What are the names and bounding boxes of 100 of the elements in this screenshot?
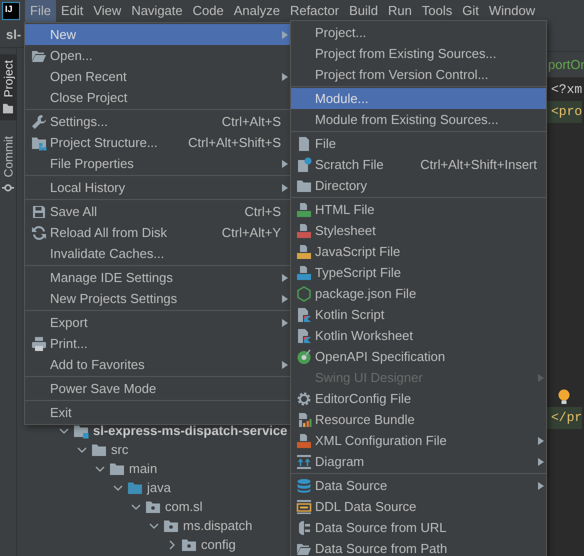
menu-bar-item[interactable]: Analyze <box>228 0 285 22</box>
shortcut-label: Ctrl+Alt+Shift+S <box>188 134 281 152</box>
menu-item[interactable]: Kotlin Worksheet <box>291 325 546 346</box>
file-badge-icon <box>296 202 312 218</box>
menu-item[interactable]: Directory <box>291 175 546 196</box>
code-line: <?xm <box>550 81 582 99</box>
folder-icon <box>109 460 125 476</box>
menu-item[interactable]: Exit <box>25 402 290 423</box>
menu-item[interactable]: Project... <box>291 22 546 43</box>
menu-item[interactable]: DDL Data Source <box>291 496 546 517</box>
tree-item[interactable]: main <box>17 459 162 478</box>
file-icon <box>296 306 312 322</box>
package-icon <box>145 498 161 514</box>
menu-item[interactable]: Project from Version Control... <box>291 64 546 85</box>
save-icon <box>31 204 47 220</box>
side-tab[interactable]: Project <box>0 54 17 120</box>
hexagon-icon <box>296 286 312 302</box>
wrench-icon <box>31 114 47 130</box>
folder-icon <box>73 422 89 438</box>
menu-item[interactable]: Module from Existing Sources... <box>291 109 546 130</box>
shortcut-label: Ctrl+Alt+S <box>222 112 281 131</box>
menu-bar-item[interactable]: View <box>88 0 126 22</box>
menu-item[interactable]: Data Source from URL <box>291 517 546 538</box>
shortcut-label: Ctrl+Alt+Y <box>222 224 281 242</box>
database-icon <box>296 478 312 494</box>
menu-item[interactable]: Open... <box>25 45 290 66</box>
package-icon <box>163 518 179 534</box>
circle-icon <box>296 348 312 364</box>
app-logo[interactable]: IJ <box>2 2 20 20</box>
file-icon <box>296 136 312 152</box>
menu-bar-item[interactable]: File <box>25 0 56 22</box>
menu-item[interactable]: TypeScript File <box>291 262 546 283</box>
file-badge-icon <box>296 432 312 448</box>
menu-bar-item[interactable]: Window <box>484 0 540 22</box>
menu-item[interactable]: HTML File <box>291 199 546 220</box>
menu-item[interactable]: Module... <box>291 88 546 109</box>
folder-icon <box>2 101 14 114</box>
menu-item[interactable]: OpenAPI Specification <box>291 346 546 367</box>
menu-item[interactable]: Stylesheet <box>291 220 546 241</box>
menu-item[interactable]: Reload All from Disk Ctrl+Alt+Y <box>25 222 290 243</box>
menu-bar-item[interactable]: Edit <box>56 0 88 22</box>
menu-item[interactable]: Save All Ctrl+S <box>25 201 290 222</box>
panel-title: sl- <box>6 27 22 42</box>
lightbulb-icon[interactable] <box>558 389 570 405</box>
tree-item[interactable]: java <box>17 478 175 497</box>
menu-item[interactable]: Invalidate Caches... <box>25 243 290 264</box>
shortcut-label: Ctrl+S <box>244 202 281 221</box>
menu-item[interactable]: Add to Favorites <box>25 354 290 375</box>
shortcut-label: Ctrl+Alt+Shift+Insert <box>420 156 537 174</box>
menu-bar-item[interactable]: Build <box>344 0 384 22</box>
menu-item[interactable]: JavaScript File <box>291 241 546 262</box>
menu-item[interactable]: Scratch File Ctrl+Alt+Shift+Insert <box>291 154 546 175</box>
tree-item[interactable]: config <box>17 535 240 554</box>
menu-item[interactable]: Close Project <box>25 87 290 108</box>
menu-item[interactable]: Data Source from Path <box>291 538 546 556</box>
menu-bar-item[interactable]: Code <box>188 0 229 22</box>
package-icon <box>181 536 197 552</box>
folder-grid-icon <box>31 134 47 150</box>
tree-item[interactable]: src <box>17 440 132 459</box>
file-badge-icon <box>296 222 312 238</box>
menu-item[interactable]: EditorConfig File <box>291 388 546 409</box>
menu-item[interactable]: Open Recent <box>25 66 290 87</box>
side-tab[interactable]: Commit <box>0 130 17 201</box>
diagram-icon <box>296 454 312 470</box>
menu-item[interactable]: New Projects Settings <box>25 288 290 309</box>
menu-item[interactable]: Settings... Ctrl+Alt+S <box>25 111 290 132</box>
menu-item[interactable]: Project from Existing Sources... <box>291 43 546 64</box>
menu-bar-item[interactable]: Navigate <box>126 0 188 22</box>
folder-icon <box>127 480 143 496</box>
menu-item[interactable]: New <box>25 24 290 45</box>
menu-item[interactable]: XML Configuration File <box>291 430 546 451</box>
ddl-icon <box>296 498 312 514</box>
reload-icon <box>31 224 47 240</box>
tree-item[interactable]: ms.dispatch <box>17 516 256 535</box>
plug-icon <box>296 520 312 536</box>
chart-file-icon <box>296 412 312 428</box>
menu-item[interactable]: Resource Bundle <box>291 409 546 430</box>
file-icon <box>296 328 312 344</box>
menu-bar-item[interactable]: Tools <box>416 0 458 22</box>
tree-item[interactable]: com.sl <box>17 497 207 516</box>
folder-icon <box>296 178 312 194</box>
menu-item[interactable]: Local History <box>25 177 290 198</box>
menu-bar-item[interactable]: Git <box>457 0 484 22</box>
gear-icon <box>296 390 312 406</box>
menu-item[interactable]: Export <box>25 312 290 333</box>
menu-item[interactable]: Project Structure... Ctrl+Alt+Shift+S <box>25 132 290 153</box>
menu-item[interactable]: Manage IDE Settings <box>25 267 290 288</box>
menu-item[interactable]: File <box>291 133 546 154</box>
file-badge-icon <box>296 244 312 260</box>
menu-item[interactable]: Kotlin Script <box>291 304 546 325</box>
menu-item[interactable]: package.json File <box>291 283 546 304</box>
printer-icon <box>31 336 47 352</box>
menu-bar-item[interactable]: Run <box>383 0 417 22</box>
menu-item[interactable]: File Properties <box>25 153 290 174</box>
file-badge-icon <box>296 264 312 280</box>
menu-item[interactable]: Data Source <box>291 475 546 496</box>
menu-item[interactable]: Power Save Mode <box>25 378 290 399</box>
menu-item[interactable]: Print... <box>25 333 290 354</box>
menu-item[interactable]: Diagram <box>291 451 546 472</box>
menu-bar-item[interactable]: Refactor <box>284 0 344 22</box>
